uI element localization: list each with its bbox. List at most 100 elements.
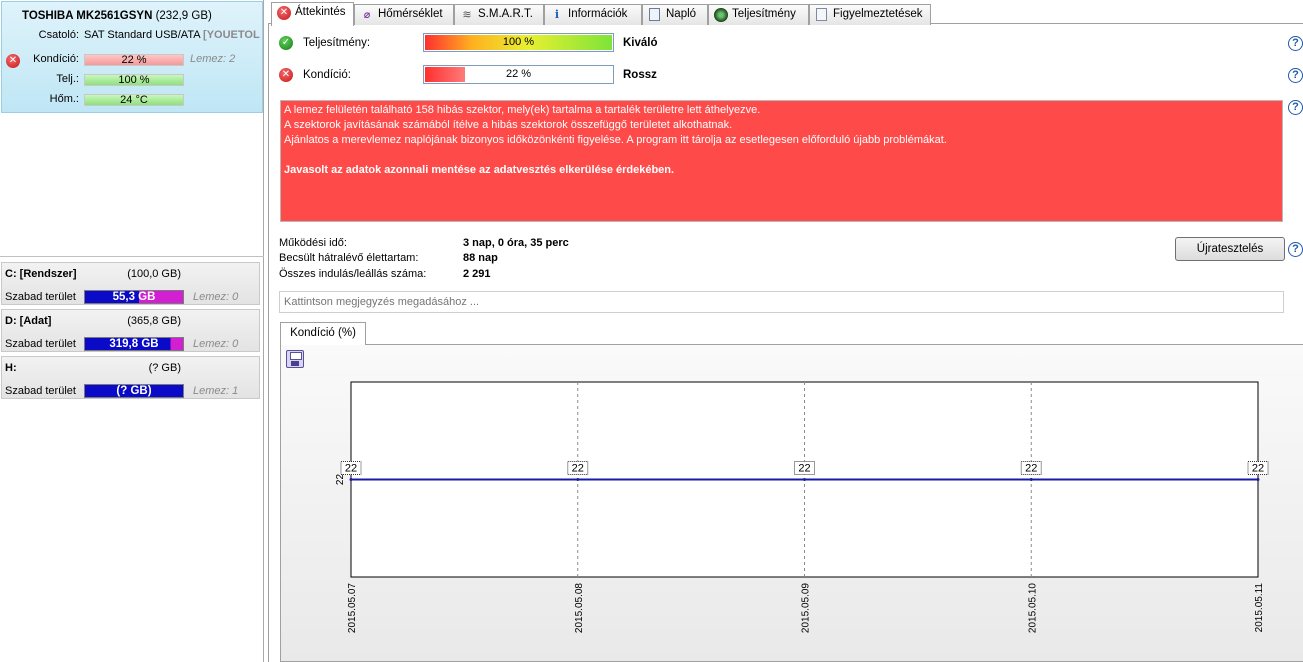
x-tick-label: 2015.05.09 [801,583,812,633]
partition-free-value: (? GB) [116,385,152,397]
data-point [576,478,580,481]
partition-free-value: 319,8 GB [109,338,159,350]
x-tick-label: 2015.05.11 [1254,583,1265,633]
partition-size: (365,8 GB) [127,315,181,327]
condition-bar-fill [425,67,465,82]
data-label: 22 [798,463,810,475]
data-label: 22 [345,463,357,475]
retest-button[interactable]: Újratesztelés [1175,237,1285,261]
overview-panel: ✓ Teljesítmény: 100 % Kiváló ? ✕ Kondíci… [268,24,1303,662]
temp-label: Hőm.: [49,93,79,105]
tab-label: Figyelmeztetések [833,8,923,20]
alert-recommendation: Javasolt az adatok azonnali mentése az a… [284,164,675,176]
data-point [1029,478,1033,481]
partition-free-value: 55,3 GB [112,291,156,303]
tab-label: Áttekintés [295,6,346,18]
partition-free-label: Szabad terület [5,385,76,397]
partition-free-bar: 55,3 GB [84,290,184,304]
condition-label: Kondíció: [33,53,79,65]
performance-ok-icon: ✓ [279,36,293,50]
alert-line: Ajánlatos a merevlemez naplójának bizony… [284,134,947,146]
help-icon[interactable]: ? [1288,36,1303,51]
disk-ref: Lemez: 2 [190,53,236,65]
tab-condition-chart[interactable]: Kondíció (%) [280,322,366,345]
info-icon: i [554,8,560,21]
tab-overview[interactable]: ✕ Áttekintés [271,2,354,26]
data-label: 22 [1252,463,1264,475]
condition-error-icon: ✕ [6,54,20,68]
partition-disk-ref: Lemez: 0 [193,338,239,350]
tab-label: S.M.A.R.T. [478,8,533,20]
partition-free-label: Szabad terület [5,291,76,303]
performance-bar: 100 % [423,33,614,52]
condition-chart: 2015.05.07 2015.05.08 2015.05.09 2015.05.10… [335,381,1269,633]
condition-status: Rossz [623,69,657,81]
condition-bar: 22 % [423,65,614,84]
disk-card[interactable]: TOSHIBA MK2561GSYN (232,9 GB) Csatoló: S… [1,1,263,113]
partition-free-bar: 319,8 GB [84,337,184,351]
startstop-value: 2 291 [463,268,491,280]
startstop-label: Összes indulás/leállás száma: [279,268,427,280]
tab-label: Teljesítmény [732,8,796,20]
partition-free-bar: (? GB) [84,384,184,398]
tab-label: Napló [666,8,697,20]
temp-minibar: 24 °C [84,94,184,106]
disk-title: TOSHIBA MK2561GSYN (232,9 GB) [22,10,212,22]
error-icon: ✕ [277,6,291,20]
left-pane: TOSHIBA MK2561GSYN (232,9 GB) Csatoló: S… [0,0,264,662]
data-point [349,478,353,481]
thermometer-icon: ⌀ [363,9,371,21]
condition-error-icon: ✕ [279,68,293,82]
uptime-label: Működési idő: [279,237,347,249]
tab-bar: ✕ Áttekintés ⌀ Hőmérséklet ≋ S.M.A.R.T. … [268,2,1303,26]
performance-bar-value: 100 % [502,36,535,48]
alert-line: A szektorok javításának számából ítélve … [284,119,733,131]
partition-size: (? GB) [148,362,181,374]
performance-status: Kiváló [623,37,658,49]
tab-smart[interactable]: ≋ S.M.A.R.T. [454,4,544,25]
connector-label: Csatoló: [38,29,79,41]
data-point [803,478,806,481]
tab-warnings[interactable]: Figyelmeztetések [809,4,931,25]
perf-label: Telj.: [56,73,79,85]
warnings-icon [816,8,827,21]
tab-temperature[interactable]: ⌀ Hőmérséklet [354,4,454,25]
help-icon[interactable]: ? [1288,100,1303,115]
connector-text: SAT Standard USB/ATA [84,29,200,41]
left-divider [0,256,264,257]
note-input[interactable] [279,291,1284,313]
smart-icon: ≋ [462,9,472,21]
tab-log[interactable]: Napló [642,4,708,25]
help-icon[interactable]: ? [1288,242,1303,257]
alert-line: A lemez felületén található 158 hibás sz… [284,104,761,116]
help-icon[interactable]: ? [1288,68,1303,83]
partition-size: (100,0 GB) [127,268,181,280]
x-tick-label: 2015.05.07 [347,583,358,633]
condition-bar-value: 22 % [505,68,532,80]
partition-card-h[interactable]: H: (? GB) Szabad terület (? GB) Lemez: 1 [1,356,260,399]
connector-value: SAT Standard USB/ATA [YOUETOL [84,29,264,41]
partition-name: H: [5,362,17,374]
lifetime-label: Becsült hátralévő élettartam: [279,252,419,264]
tab-info[interactable]: i Információk [544,4,642,25]
x-tick-label: 2015.05.08 [574,583,585,633]
tab-label: Hőmérséklet [378,8,443,20]
partition-card-d[interactable]: D: [Adat] (365,8 GB) Szabad terület 319,… [1,309,260,352]
performance-label: Teljesítmény: [303,37,371,49]
partition-name: C: [Rendszer] [5,268,77,280]
performance-icon [714,8,728,22]
partition-name: D: [Adat] [5,315,52,327]
tab-label: Információk [568,8,628,20]
data-label: 22 [1025,463,1037,475]
log-icon [649,8,660,21]
tab-performance[interactable]: Teljesítmény [708,4,809,25]
data-point [1256,478,1260,481]
disk-size: (232,9 GB) [155,10,212,22]
connector-extra: [YOUETOL [203,29,260,41]
condition-label: Kondíció: [303,69,351,81]
chart-panel: 2015.05.07 2015.05.08 2015.05.09 2015.05.10… [280,344,1303,662]
partition-card-c[interactable]: C: [Rendszer] (100,0 GB) Szabad terület … [1,262,260,305]
alert-box: A lemez felületén található 158 hibás sz… [280,100,1283,222]
perf-minibar: 100 % [84,74,184,86]
x-tick-label: 2015.05.10 [1027,583,1038,633]
